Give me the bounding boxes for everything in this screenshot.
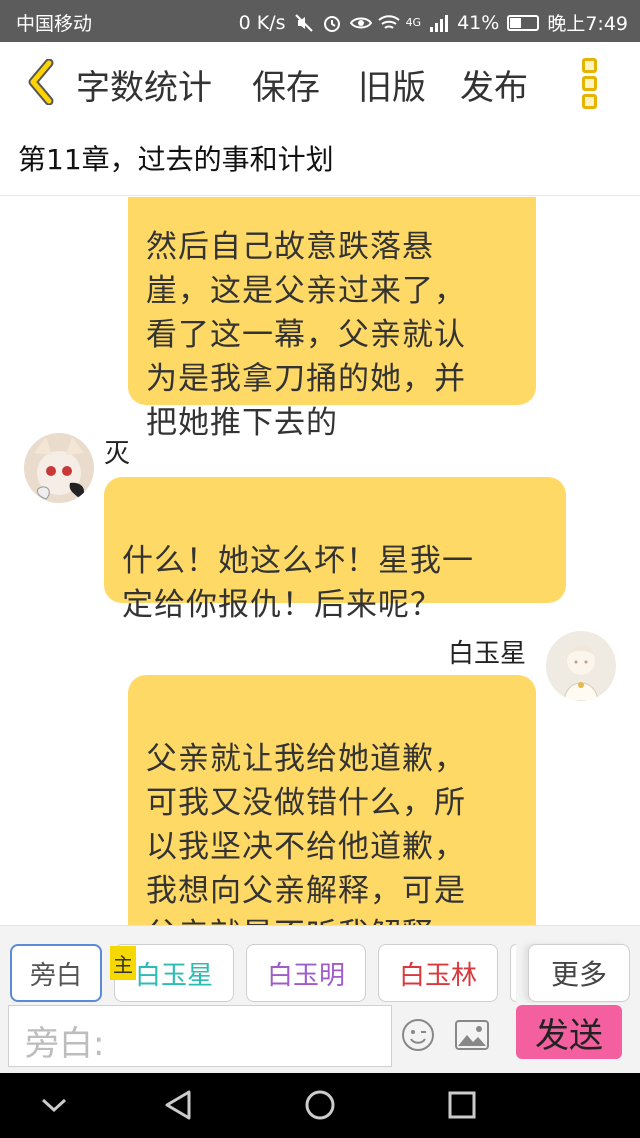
sender-name: 灭 bbox=[104, 439, 131, 469]
sender-name: 白玉星 bbox=[448, 639, 527, 669]
more-roles-button[interactable]: 更多 bbox=[528, 944, 630, 1002]
emoji-icon[interactable] bbox=[400, 1017, 436, 1053]
publish-button[interactable]: 发布 bbox=[460, 60, 528, 109]
clock: 晚上7:49 bbox=[547, 13, 628, 35]
home-nav-icon[interactable] bbox=[300, 1087, 340, 1123]
wifi-icon bbox=[377, 13, 400, 33]
battery-icon bbox=[507, 14, 540, 31]
toolbar: 字数统计 保存 旧版 发布 bbox=[0, 42, 640, 122]
role-label: 白玉星 bbox=[134, 960, 213, 991]
status-bar: 中国移动 0 K/s 4G 41% 晚上7:49 bbox=[0, 0, 640, 42]
recents-nav-icon[interactable] bbox=[442, 1087, 482, 1123]
status-icons: 0 K/s 4G 41% 晚上7:49 bbox=[239, 9, 628, 36]
eye-icon bbox=[349, 13, 372, 33]
avatar[interactable] bbox=[24, 433, 94, 503]
message-bubble[interactable]: 然后自己故意跌落悬 崖，这是父亲过来了， 看了这一幕，父亲就认 为是我拿刀捅的她… bbox=[128, 197, 536, 441]
alarm-icon bbox=[322, 13, 342, 33]
carrier-name: 中国移动 bbox=[16, 13, 93, 35]
message-text: 父亲就让我给她道歉， 可我又没做错什么，所 以我坚决不给他道歉， 我想向父亲解释… bbox=[146, 741, 466, 925]
back-nav-icon[interactable] bbox=[158, 1087, 198, 1123]
chapter-header[interactable]: 第11章，过去的事和计划 bbox=[0, 122, 640, 196]
chat-area[interactable]: 然后自己故意跌落悬 崖，这是父亲过来了， 看了这一幕，父亲就认 为是我拿刀捅的她… bbox=[0, 197, 640, 925]
more-menu-icon[interactable] bbox=[574, 56, 604, 110]
role-baiyuming[interactable]: 白玉明 bbox=[246, 944, 366, 1002]
role-label: 旁白 bbox=[29, 960, 82, 991]
back-button[interactable] bbox=[20, 56, 60, 108]
chevron-left-icon bbox=[28, 59, 54, 105]
mute-icon bbox=[294, 13, 314, 33]
avatar[interactable] bbox=[546, 631, 616, 701]
hide-keyboard-icon[interactable] bbox=[34, 1087, 74, 1123]
more-roles-label: 更多 bbox=[550, 958, 607, 991]
role-narrator[interactable]: 旁白 bbox=[10, 944, 102, 1002]
chapter-title: 第11章，过去的事和计划 bbox=[18, 143, 334, 176]
message-bubble[interactable]: 什么！她这么坏！星我一 定给你报仇！后来呢？ bbox=[104, 477, 566, 623]
message-input[interactable]: 旁白: bbox=[8, 1005, 392, 1067]
role-label: 白玉明 bbox=[266, 960, 345, 991]
message-text: 然后自己故意跌落悬 崖，这是父亲过来了， 看了这一幕，父亲就认 为是我拿刀捅的她… bbox=[146, 229, 466, 441]
save-button[interactable]: 保存 bbox=[252, 60, 320, 109]
word-count-button[interactable]: 字数统计 bbox=[76, 60, 212, 109]
role-selector: 旁白 白玉星 白玉明 白玉林 更多 bbox=[0, 925, 640, 1003]
role-partial[interactable] bbox=[510, 944, 516, 1002]
input-row: 旁白: 发送 bbox=[0, 1003, 640, 1073]
role-label: 白玉林 bbox=[398, 960, 477, 991]
message-text: 什么！她这么坏！星我一 定给你报仇！后来呢？ bbox=[122, 543, 474, 623]
send-button[interactable]: 发送 bbox=[516, 1005, 622, 1059]
battery-percent: 41% bbox=[457, 11, 500, 34]
input-role-label: 旁白: bbox=[25, 1024, 105, 1064]
navigation-bar bbox=[0, 1073, 640, 1138]
network-type: 4G bbox=[405, 16, 422, 29]
old-version-button[interactable]: 旧版 bbox=[358, 60, 426, 109]
message-bubble[interactable]: 父亲就让我给她道歉， 可我又没做错什么，所 以我坚决不给他道歉， 我想向父亲解释… bbox=[128, 675, 536, 925]
image-icon[interactable] bbox=[454, 1017, 490, 1053]
role-baiyulin[interactable]: 白玉林 bbox=[378, 944, 498, 1002]
main-role-badge: 主 bbox=[110, 946, 136, 980]
signal-icon bbox=[429, 13, 449, 33]
network-speed: 0 K/s bbox=[238, 11, 286, 34]
